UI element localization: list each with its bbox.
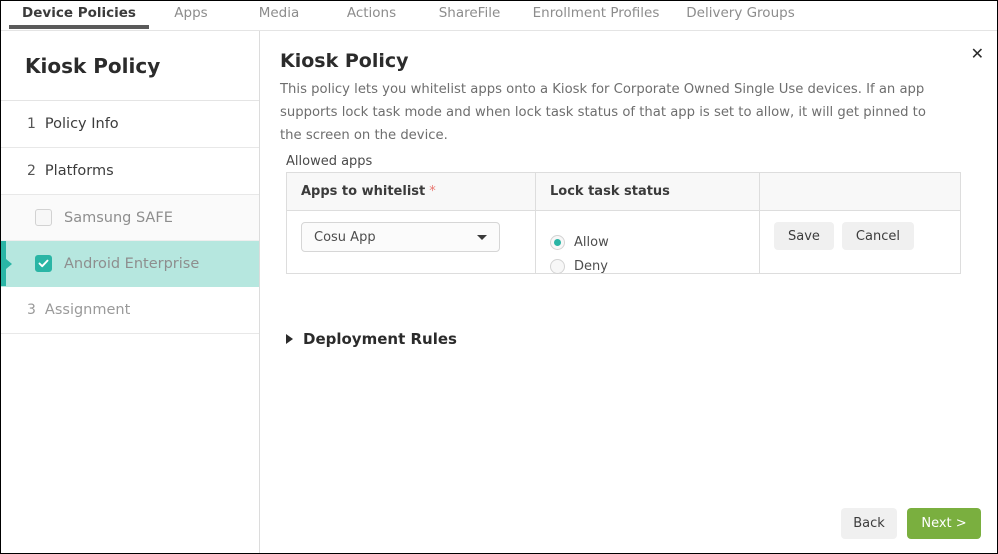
table-header-row: Apps to whitelist * Lock task status bbox=[287, 173, 960, 211]
step-number: 3 bbox=[27, 302, 36, 318]
step-label: Policy Info bbox=[45, 116, 119, 132]
tab-label: Media bbox=[259, 5, 300, 21]
cell-row-actions: Save Cancel bbox=[760, 211, 960, 273]
top-tab-bar: Device Policies Apps Media Actions Share… bbox=[1, 1, 997, 31]
tab-underline bbox=[521, 25, 671, 29]
app-window: Device Policies Apps Media Actions Share… bbox=[0, 0, 998, 554]
main-content-panel: ✕ Kiosk Policy This policy lets you whit… bbox=[261, 31, 997, 553]
selection-caret-icon bbox=[6, 259, 12, 269]
step-number: 2 bbox=[27, 163, 36, 179]
checkbox-android-enterprise[interactable] bbox=[35, 255, 52, 272]
step-label: Assignment bbox=[45, 302, 130, 318]
tab-label: Actions bbox=[347, 5, 396, 21]
save-button[interactable]: Save bbox=[774, 222, 834, 250]
step-number: 1 bbox=[27, 116, 36, 132]
platform-label: Samsung SAFE bbox=[64, 210, 173, 226]
tab-underline bbox=[418, 25, 521, 29]
tab-label: Delivery Groups bbox=[686, 5, 794, 21]
radio-dot bbox=[554, 263, 561, 270]
allowed-apps-label: Allowed apps bbox=[286, 154, 372, 169]
tab-label: ShareFile bbox=[439, 5, 501, 21]
app-select-value: Cosu App bbox=[314, 230, 376, 245]
wizard-footer: Back Next > bbox=[841, 508, 981, 539]
page-title: Kiosk Policy bbox=[280, 50, 409, 72]
deployment-rules-toggle[interactable]: Deployment Rules bbox=[286, 330, 457, 348]
radio-deny-icon[interactable] bbox=[550, 259, 565, 274]
tab-device-policies[interactable]: Device Policies bbox=[9, 1, 149, 31]
tab-underline bbox=[325, 25, 418, 29]
lock-task-status-radio-group: Allow Deny bbox=[550, 222, 609, 278]
selection-accent-bar bbox=[1, 195, 6, 240]
deployment-rules-label: Deployment Rules bbox=[303, 330, 457, 348]
radio-dot bbox=[554, 239, 561, 246]
sidebar-title: Kiosk Policy bbox=[1, 31, 259, 101]
column-header-apps-to-whitelist: Apps to whitelist * bbox=[287, 173, 536, 210]
tab-apps[interactable]: Apps bbox=[149, 1, 233, 31]
close-icon[interactable]: ✕ bbox=[971, 46, 984, 62]
cell-app-select: Cosu App bbox=[287, 211, 536, 273]
column-header-actions bbox=[760, 173, 960, 210]
tab-label: Device Policies bbox=[22, 5, 136, 21]
chevron-right-icon bbox=[286, 334, 293, 344]
tab-media[interactable]: Media bbox=[233, 1, 325, 31]
sidebar-platform-android-enterprise[interactable]: Android Enterprise bbox=[1, 241, 259, 287]
tab-label: Apps bbox=[174, 5, 207, 21]
required-asterisk: * bbox=[429, 184, 436, 199]
app-select-dropdown[interactable]: Cosu App bbox=[301, 222, 500, 252]
platform-label: Android Enterprise bbox=[64, 256, 199, 272]
tab-label: Enrollment Profiles bbox=[533, 5, 660, 21]
cell-lock-task-status: Allow Deny bbox=[536, 211, 760, 273]
cancel-button[interactable]: Cancel bbox=[842, 222, 914, 250]
step-label: Platforms bbox=[45, 163, 114, 179]
tab-actions[interactable]: Actions bbox=[325, 1, 418, 31]
radio-option-allow[interactable]: Allow bbox=[550, 230, 609, 254]
radio-allow-icon[interactable] bbox=[550, 235, 565, 250]
tab-underline bbox=[233, 25, 325, 29]
checkbox-samsung-safe[interactable] bbox=[35, 209, 52, 226]
column-header-lock-task-status: Lock task status bbox=[536, 173, 760, 210]
radio-label: Allow bbox=[574, 235, 609, 250]
tab-underline bbox=[149, 25, 233, 29]
wizard-sidebar: Kiosk Policy 1 Policy Info 2 Platforms S… bbox=[1, 31, 260, 553]
column-header-label: Lock task status bbox=[550, 184, 670, 199]
tab-active-underline bbox=[9, 25, 149, 29]
back-button[interactable]: Back bbox=[841, 508, 897, 539]
tab-underline bbox=[671, 25, 810, 29]
page-description: This policy lets you whitelist apps onto… bbox=[280, 78, 930, 147]
column-header-label: Apps to whitelist bbox=[301, 184, 425, 199]
radio-label: Deny bbox=[574, 259, 608, 274]
sidebar-step-platforms[interactable]: 2 Platforms bbox=[1, 148, 259, 195]
sidebar-step-assignment[interactable]: 3 Assignment bbox=[1, 287, 259, 334]
tab-sharefile[interactable]: ShareFile bbox=[418, 1, 521, 31]
chevron-down-icon bbox=[477, 235, 487, 240]
next-button[interactable]: Next > bbox=[907, 508, 981, 539]
tab-enrollment-profiles[interactable]: Enrollment Profiles bbox=[521, 1, 671, 31]
sidebar-platform-samsung-safe[interactable]: Samsung SAFE bbox=[1, 195, 259, 241]
allowed-apps-table: Apps to whitelist * Lock task status Cos… bbox=[286, 172, 961, 274]
radio-option-deny[interactable]: Deny bbox=[550, 254, 609, 278]
tab-delivery-groups[interactable]: Delivery Groups bbox=[671, 1, 810, 31]
sidebar-step-policy-info[interactable]: 1 Policy Info bbox=[1, 101, 259, 148]
table-row: Cosu App Allow Deny bbox=[287, 211, 960, 273]
